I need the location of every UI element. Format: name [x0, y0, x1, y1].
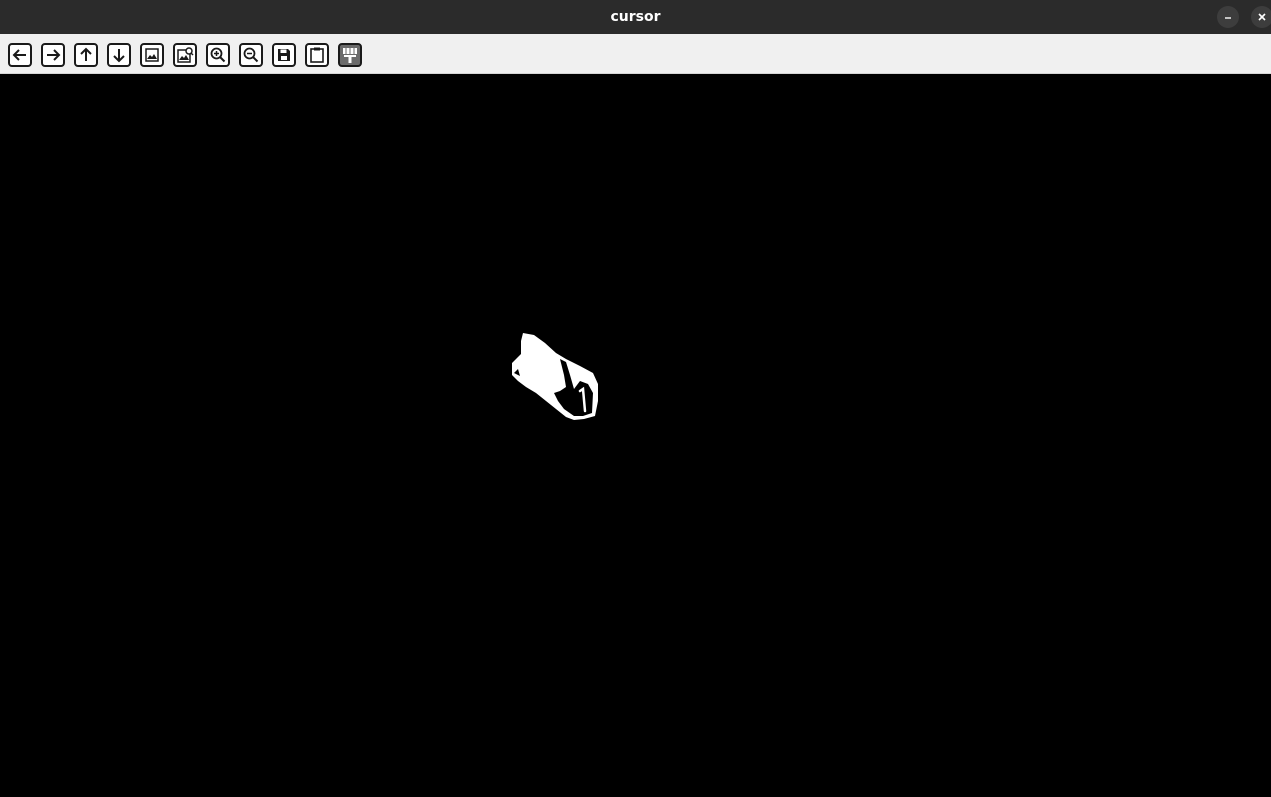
close-icon [1258, 13, 1266, 21]
paint-roller-icon [338, 43, 362, 67]
arrow-right-icon [41, 43, 65, 67]
image-canvas[interactable] [0, 74, 1271, 797]
zoom-out-icon [239, 43, 263, 67]
image-search-icon [173, 43, 197, 67]
zoom-out-button[interactable] [239, 43, 263, 67]
up-button[interactable] [74, 43, 98, 67]
toolbar [0, 34, 1271, 74]
zoom-in-icon [206, 43, 230, 67]
save-icon [272, 43, 296, 67]
paint-button[interactable] [338, 43, 362, 67]
zoom-in-button[interactable] [206, 43, 230, 67]
title-bar[interactable]: cursor [0, 0, 1271, 34]
clipboard-icon [305, 43, 329, 67]
viewer-window: cursor [0, 0, 1271, 797]
minimize-button[interactable] [1217, 6, 1239, 28]
save-button[interactable] [272, 43, 296, 67]
hand-pointer-cursor-image [512, 333, 598, 420]
image-button[interactable] [140, 43, 164, 67]
image-search-button[interactable] [173, 43, 197, 67]
back-button[interactable] [8, 43, 32, 67]
close-button[interactable] [1251, 6, 1271, 28]
image-icon [140, 43, 164, 67]
arrow-up-icon [74, 43, 98, 67]
arrow-left-icon [8, 43, 32, 67]
clipboard-button[interactable] [305, 43, 329, 67]
window-title: cursor [610, 9, 661, 25]
arrow-down-icon [107, 43, 131, 67]
minimize-icon [1225, 17, 1231, 19]
down-button[interactable] [107, 43, 131, 67]
forward-button[interactable] [41, 43, 65, 67]
